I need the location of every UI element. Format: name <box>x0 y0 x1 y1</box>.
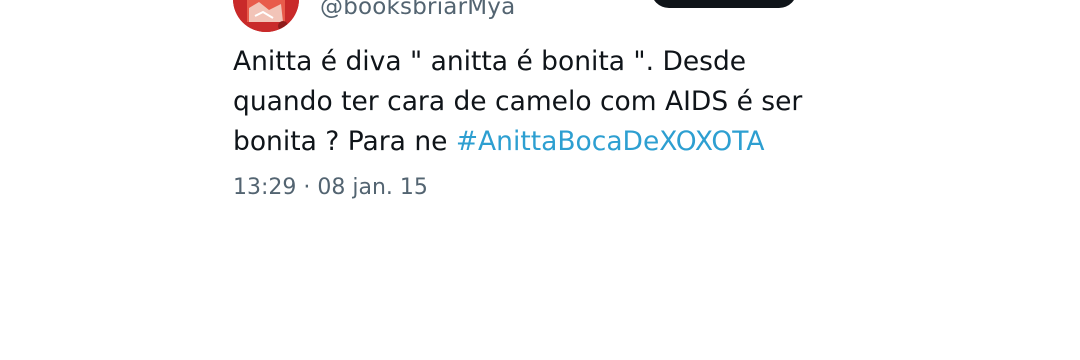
hashtag-link[interactable]: #AnittaBocaDeXOXOTA <box>456 126 765 157</box>
tweet-timestamp[interactable]: 13:29 · 08 jan. 15 <box>233 175 428 200</box>
tweet-text: Anitta é diva " anitta é bonita ". Desde… <box>233 42 853 162</box>
author-handle[interactable]: @booksbriarMya <box>320 0 515 20</box>
avatar[interactable] <box>233 0 299 32</box>
tweet-text-line: bonita ? Para ne #AnittaBocaDeXOXOTA <box>233 122 853 162</box>
tweet-detail-view: @booksbriarMya Anitta é diva " anitta é … <box>0 0 1080 360</box>
tweet-text-segment: bonita ? Para ne <box>233 126 456 157</box>
tweet-text-line: Anitta é diva " anitta é bonita ". Desde <box>233 46 747 77</box>
avatar-image <box>233 0 299 32</box>
follow-button[interactable] <box>651 0 797 8</box>
tweet-text-line: quando ter cara de camelo com AIDS é ser <box>233 86 803 117</box>
